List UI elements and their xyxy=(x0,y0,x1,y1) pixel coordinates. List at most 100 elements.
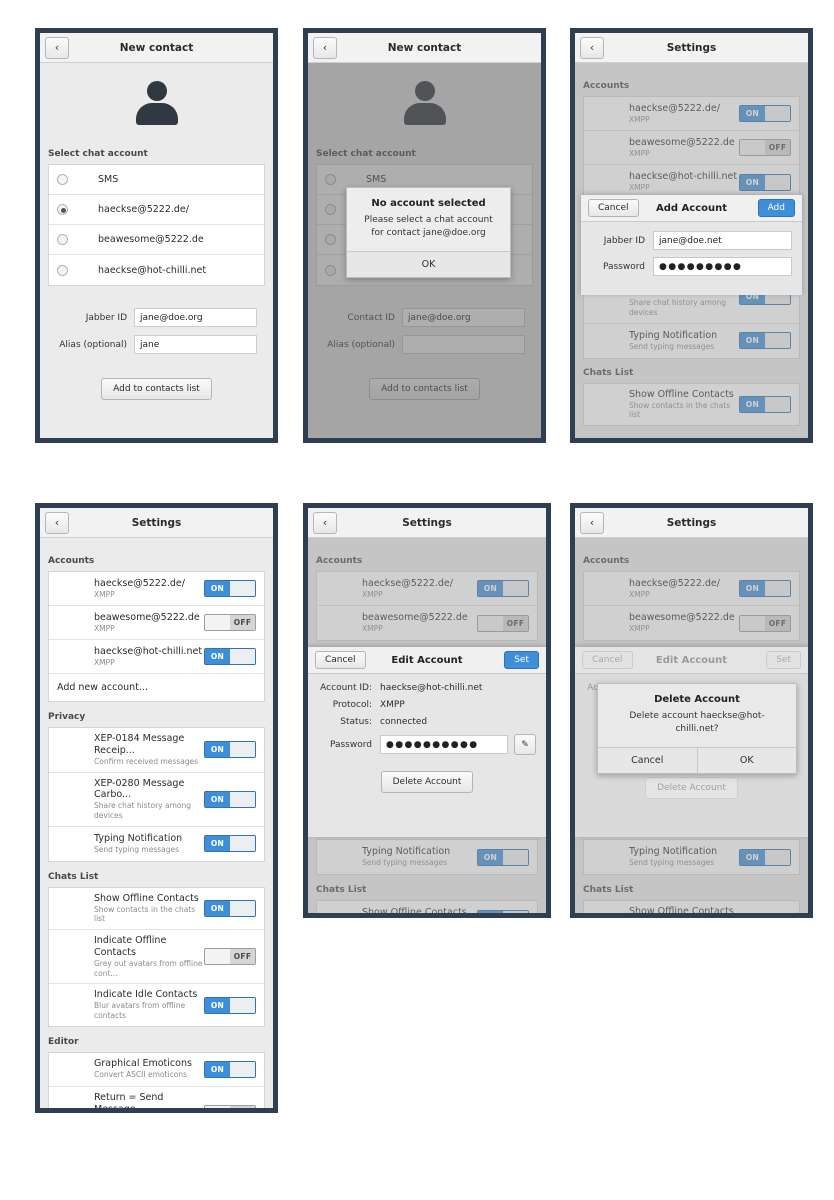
toggle-on-label: ON xyxy=(205,742,230,758)
privacy-card: XEP-0184 Message Receip... Confirm recei… xyxy=(48,727,265,862)
toggle-on-label: ON xyxy=(205,1061,230,1077)
account-toggle[interactable]: OFF xyxy=(204,614,256,631)
table-row[interactable]: Graphical Emoticons Convert ASCII emotic… xyxy=(49,1053,264,1087)
cancel-button[interactable]: Cancel xyxy=(582,651,633,669)
radio-icon[interactable] xyxy=(57,234,68,245)
account-label: beawesome@5222.de xyxy=(98,234,204,245)
section-label-editor: Editor xyxy=(48,1036,79,1047)
page-title: Settings xyxy=(666,41,717,54)
status-value: connected xyxy=(380,717,428,727)
screen-body: Accounts haeckse@5222.de/ XMPP ON beawes… xyxy=(575,538,808,913)
list-item[interactable]: haeckse@5222.de/ xyxy=(49,195,264,225)
alias-label: Alias (optional) xyxy=(59,339,127,350)
table-row[interactable]: beawesome@5222.de XMPP OFF xyxy=(49,606,264,640)
setting-name: Typing Notification xyxy=(94,832,183,844)
account-id-label: Account ID: xyxy=(320,683,372,693)
setting-name: Graphical Emoticons xyxy=(94,1058,192,1070)
back-icon[interactable]: ‹ xyxy=(45,511,69,534)
radio-icon[interactable] xyxy=(57,174,68,185)
password-label: Password xyxy=(602,261,645,272)
ok-button[interactable]: OK xyxy=(347,252,510,278)
back-icon[interactable]: ‹ xyxy=(580,36,604,59)
avatar xyxy=(40,63,273,145)
jabber-id-input[interactable]: jane@doe.org xyxy=(134,308,257,327)
setting-toggle[interactable]: ON xyxy=(204,790,256,808)
set-button: Set xyxy=(766,651,801,669)
panel-settings-edit-account: ‹ Settings Accounts haeckse@5222.de/ XMP… xyxy=(303,503,551,918)
setting-desc: Convert ASCII emoticons xyxy=(94,1070,187,1080)
radio-icon[interactable] xyxy=(57,264,68,276)
password-input[interactable]: ●●●●●●●●● xyxy=(653,257,792,276)
table-row[interactable]: XEP-0184 Message Receip... Confirm recei… xyxy=(49,728,264,773)
toggle-off-label: OFF xyxy=(230,615,255,630)
account-toggle[interactable]: ON xyxy=(204,580,256,597)
setting-name: Indicate Idle Contacts xyxy=(94,989,198,1001)
list-item[interactable]: haeckse@hot-chilli.net xyxy=(49,255,264,285)
account-label: haeckse@5222.de/ xyxy=(98,204,189,215)
titlebar: ‹ Settings xyxy=(308,508,546,538)
cancel-button[interactable]: Cancel xyxy=(588,199,639,217)
account-name: haeckse@5222.de/ xyxy=(94,577,185,589)
screen-body: Select chat account SMS haeckse@5222.de/… xyxy=(308,63,541,438)
jabber-id-input[interactable]: jane@doe.net xyxy=(653,231,792,250)
section-label-accounts: Accounts xyxy=(48,556,95,566)
account-id-value: haeckse@hot-chilli.net xyxy=(380,683,483,693)
protocol-label: Protocol: xyxy=(332,700,372,710)
back-icon[interactable]: ‹ xyxy=(45,36,69,59)
page-title: Settings xyxy=(666,516,717,529)
account-label: haeckse@hot-chilli.net xyxy=(98,264,207,276)
panel-settings-add-account: ‹ Settings Accounts haeckse@5222.de/ XMP… xyxy=(570,28,813,443)
delete-account-button[interactable]: Delete Account xyxy=(380,771,474,793)
password-input[interactable]: ●●●●●●●●●● xyxy=(380,735,508,754)
table-row[interactable]: Show Offline Contacts Show contacts in t… xyxy=(49,888,264,931)
table-row[interactable]: XEP-0280 Message Carbo... Share chat his… xyxy=(49,773,264,827)
list-item[interactable]: beawesome@5222.de xyxy=(49,225,264,255)
back-icon[interactable]: ‹ xyxy=(313,511,337,534)
dialog-title: No account selected xyxy=(371,198,486,209)
page-title: New contact xyxy=(119,41,194,54)
back-icon[interactable]: ‹ xyxy=(313,36,337,59)
page-title: Settings xyxy=(131,516,182,529)
setting-toggle[interactable]: ON xyxy=(204,741,256,759)
table-row[interactable]: Indicate Offline Contacts Grey out avata… xyxy=(49,930,264,985)
setting-toggle[interactable]: OFF xyxy=(204,1104,256,1108)
screen-body: Select chat account SMS haeckse@5222.de/… xyxy=(40,63,273,438)
add-new-account-item[interactable]: Add new account... xyxy=(49,674,264,701)
account-list: SMS haeckse@5222.de/ beawesome@5222.de h… xyxy=(48,164,265,286)
setting-toggle[interactable]: ON xyxy=(204,899,256,917)
back-icon[interactable]: ‹ xyxy=(580,511,604,534)
pencil-icon[interactable]: ✎ xyxy=(514,734,536,755)
radio-icon[interactable] xyxy=(57,204,68,215)
no-account-selected-dialog: No account selected Please select a chat… xyxy=(346,187,511,279)
titlebar: ‹ Settings xyxy=(575,508,808,538)
add-button[interactable]: Add xyxy=(757,199,795,217)
toggle-on-label: ON xyxy=(205,997,230,1013)
setting-toggle[interactable]: ON xyxy=(204,835,256,853)
section-label-select-chat-account: Select chat account xyxy=(48,149,148,159)
ok-button[interactable]: OK xyxy=(696,748,796,774)
account-toggle[interactable]: ON xyxy=(204,648,256,665)
table-row[interactable]: Indicate Idle Contacts Blur avatars from… xyxy=(49,984,264,1025)
setting-toggle[interactable]: ON xyxy=(204,996,256,1014)
setting-name: Show Offline Contacts xyxy=(94,892,199,904)
delete-account-alert: Delete Account Delete account haeckse@ho… xyxy=(597,683,797,775)
setting-toggle[interactable]: OFF xyxy=(204,948,256,966)
alias-input[interactable]: jane xyxy=(134,335,257,354)
setting-desc: Grey out avatars from offline cont... xyxy=(94,958,203,978)
table-row[interactable]: haeckse@5222.de/ XMPP ON xyxy=(49,572,264,606)
list-item[interactable]: SMS xyxy=(49,165,264,195)
toggle-off-label: OFF xyxy=(230,949,255,965)
editor-card: Graphical Emoticons Convert ASCII emotic… xyxy=(48,1051,265,1108)
cancel-button[interactable]: Cancel xyxy=(598,748,697,774)
set-button[interactable]: Set xyxy=(504,651,539,669)
account-protocol: XMPP xyxy=(94,589,115,599)
setting-toggle[interactable]: ON xyxy=(204,1060,256,1078)
add-to-contacts-button[interactable]: Add to contacts list xyxy=(101,378,212,400)
table-row[interactable]: haeckse@hot-chilli.net XMPP ON xyxy=(49,640,264,674)
screen-body: Accounts haeckse@5222.de/ XMPP ON beawes… xyxy=(308,538,546,913)
table-row[interactable]: Return = Send Message Send message with … xyxy=(49,1087,264,1108)
screen-body: Accounts haeckse@5222.de/ XMPP ON beawes… xyxy=(40,538,273,1108)
table-row[interactable]: Typing Notification Send typing messages… xyxy=(49,827,264,861)
page-title: New contact xyxy=(387,41,462,54)
cancel-button[interactable]: Cancel xyxy=(315,651,366,669)
